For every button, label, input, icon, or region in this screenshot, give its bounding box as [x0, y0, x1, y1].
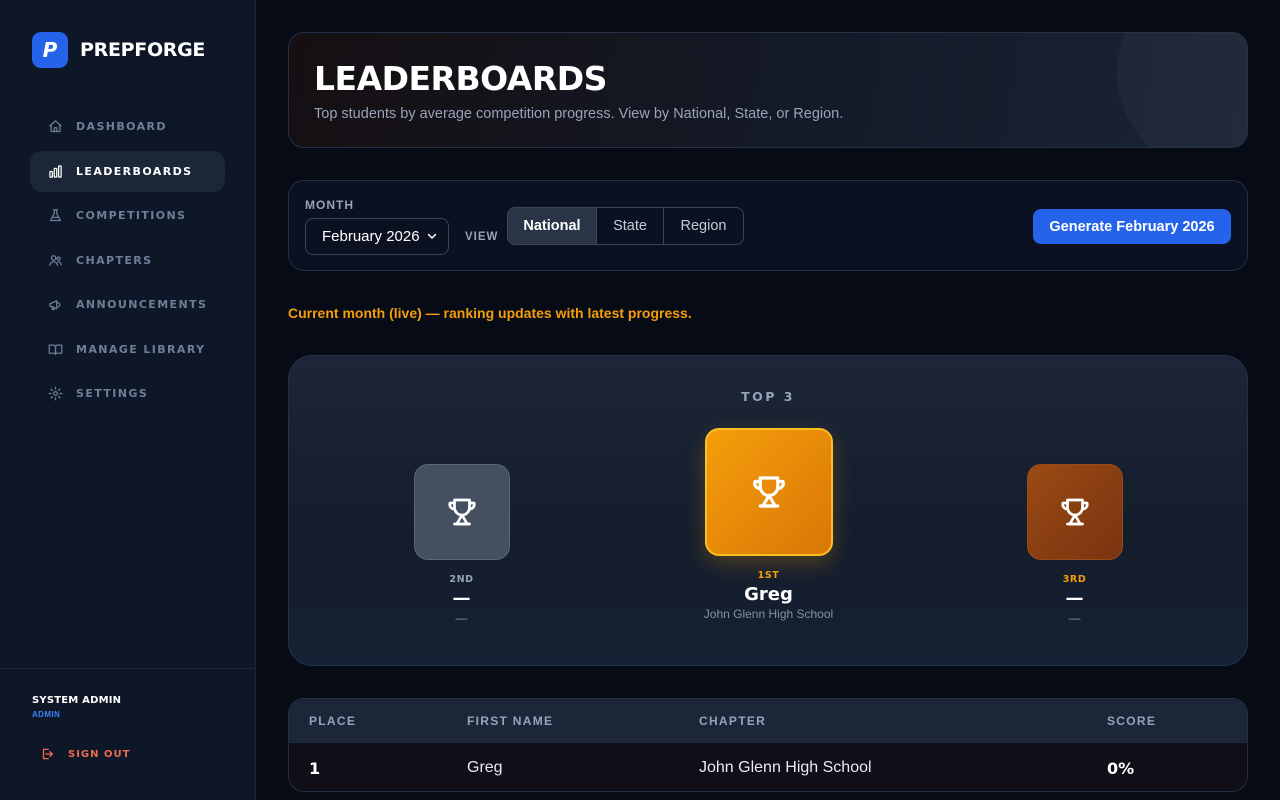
column-header-first-name[interactable]: FIRST NAME: [467, 714, 553, 728]
trophy-icon: [447, 498, 476, 526]
cell-first-name: Greg: [467, 759, 503, 776]
chevron-down-icon: [427, 233, 437, 239]
page-header: LEADERBOARDS Top students by average com…: [288, 32, 1248, 148]
sidebar-item-label: COMPETITIONS: [76, 209, 187, 222]
home-icon: [49, 120, 62, 133]
sidebar-item-leaderboards[interactable]: LEADERBOARDS: [30, 150, 225, 192]
decorative-circle: [1117, 33, 1247, 147]
gear-icon: [48, 386, 63, 401]
bar-chart-icon: [49, 164, 62, 178]
app-name: PREPFORGE: [80, 39, 206, 61]
place-name: —: [452, 588, 471, 609]
third-place-badge: [1026, 464, 1123, 560]
cell-place: 1: [309, 759, 321, 778]
place-chapter: —: [455, 611, 468, 625]
sign-out-label: SIGN OUT: [68, 748, 131, 760]
trophy-icon: [1060, 498, 1089, 526]
users-icon: [49, 254, 62, 266]
month-select[interactable]: February 2026: [305, 218, 449, 255]
book-icon: [48, 344, 63, 355]
sign-out-icon: [42, 748, 53, 760]
flask-icon: [49, 209, 62, 222]
sidebar-item-label: CHAPTERS: [76, 253, 153, 267]
first-place-badge: [704, 428, 833, 556]
view-national-button[interactable]: National: [508, 208, 597, 244]
sign-out-button[interactable]: SIGN OUT: [40, 747, 130, 761]
place-name: —: [1065, 588, 1084, 609]
sidebar-footer: SYSTEM ADMIN ADMIN SIGN OUT: [0, 668, 256, 800]
place-rank: 3RD: [1062, 574, 1087, 585]
place-name: Greg: [744, 584, 793, 605]
column-header-score[interactable]: SCORE: [1107, 714, 1156, 728]
view-toggle: National State Region: [507, 207, 744, 245]
sidebar-item-settings[interactable]: SETTINGS: [30, 373, 225, 414]
view-label: VIEW: [465, 231, 499, 243]
month-select-value: February 2026: [322, 228, 420, 245]
top-three-podium: TOP 3 2ND — — 1ST Greg John Glenn High S…: [288, 355, 1248, 666]
trophy-icon: [752, 476, 785, 508]
sidebar-item-label: DASHBOARD: [76, 120, 167, 133]
sidebar: P PREPFORGE DASHBOARD LEADERBOARDS COMPE…: [0, 0, 256, 800]
page-subtitle: Top students by average competition prog…: [314, 106, 844, 122]
sidebar-item-chapters[interactable]: CHAPTERS: [30, 240, 225, 281]
view-region-button[interactable]: Region: [664, 208, 743, 244]
podium-second-place: 2ND — —: [355, 464, 568, 625]
cell-chapter: John Glenn High School: [699, 759, 872, 776]
sidebar-item-label: ANNOUNCEMENTS: [76, 298, 208, 311]
sidebar-item-dashboard[interactable]: DASHBOARD: [30, 106, 225, 147]
place-rank: 2ND: [449, 574, 474, 585]
leaderboard-table: PLACE FIRST NAME CHAPTER SCORE 1 Greg Jo…: [288, 698, 1248, 792]
place-chapter: —: [1068, 611, 1081, 625]
sidebar-item-label: SETTINGS: [76, 387, 149, 400]
podium-third-place: 3RD — —: [968, 464, 1181, 625]
sidebar-item-announcements[interactable]: ANNOUNCEMENTS: [30, 284, 225, 325]
generate-month-button[interactable]: Generate February 2026: [1033, 209, 1231, 244]
place-chapter: John Glenn High School: [703, 607, 834, 621]
sidebar-item-competitions[interactable]: COMPETITIONS: [30, 195, 225, 236]
column-header-place[interactable]: PLACE: [309, 714, 356, 728]
view-state-button[interactable]: State: [597, 208, 664, 244]
sidebar-nav: DASHBOARD LEADERBOARDS COMPETITIONS CHAP…: [30, 106, 225, 418]
table-header: PLACE FIRST NAME CHAPTER SCORE: [289, 699, 1247, 743]
logo-icon: P: [32, 32, 68, 68]
cell-score: 0%: [1107, 759, 1135, 778]
sidebar-item-label: LEADERBOARDS: [76, 164, 193, 178]
sidebar-item-label: MANAGE LIBRARY: [76, 342, 206, 356]
second-place-badge: [413, 464, 510, 560]
month-label: MONTH: [305, 198, 354, 212]
sidebar-item-manage-library[interactable]: MANAGE LIBRARY: [30, 329, 225, 370]
place-rank: 1ST: [757, 570, 780, 581]
user-name: SYSTEM ADMIN: [32, 695, 122, 706]
filter-bar: MONTH February 2026 VIEW National State …: [288, 180, 1248, 271]
live-status-note: Current month (live) — ranking updates w…: [288, 305, 692, 321]
podium-first-place: 1ST Greg John Glenn High School: [662, 428, 875, 621]
brand[interactable]: P PREPFORGE: [32, 32, 205, 68]
user-role: ADMIN: [32, 710, 61, 719]
megaphone-icon: [49, 300, 61, 311]
top-three-label: TOP 3: [741, 389, 795, 404]
page-title: LEADERBOARDS: [314, 59, 607, 98]
column-header-chapter[interactable]: CHAPTER: [699, 714, 766, 728]
